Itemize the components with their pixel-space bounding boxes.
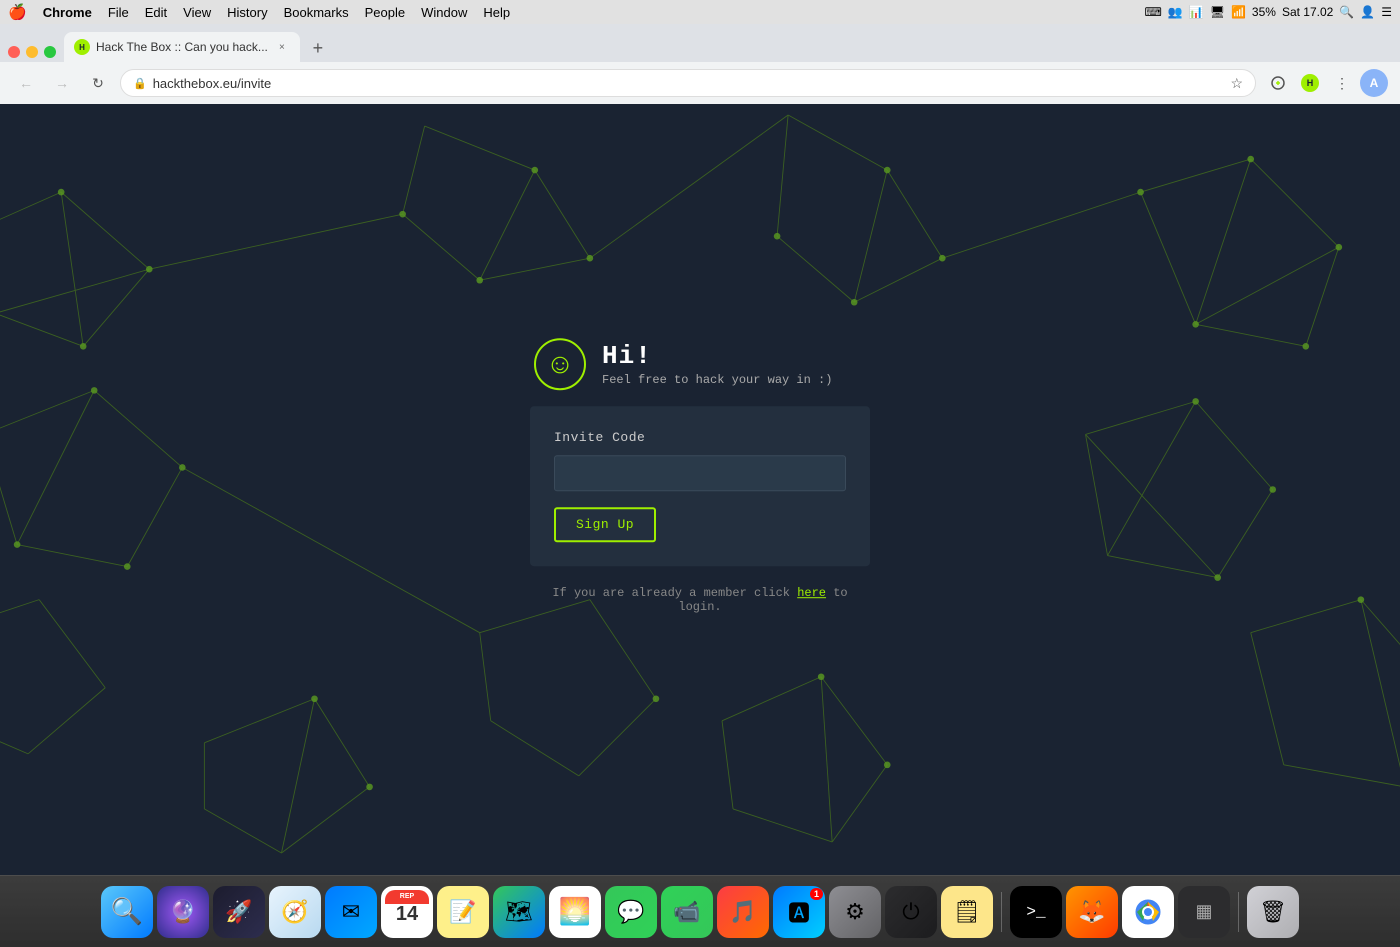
greeting-hi: Hi!: [602, 341, 832, 371]
dock-facetime[interactable]: 📹: [661, 886, 713, 938]
lock-icon: 🔒: [133, 77, 147, 90]
dock-calendar[interactable]: REP 14: [381, 886, 433, 938]
appstore-badge: 1: [810, 888, 823, 900]
extensions-btn[interactable]: [1264, 69, 1292, 97]
clock: Sat 17.02: [1282, 5, 1333, 19]
dock-chrome[interactable]: [1122, 886, 1174, 938]
tab-bar: H Hack The Box :: Can you hack... × +: [0, 24, 1400, 62]
bookmark-star-icon[interactable]: ☆: [1230, 75, 1243, 92]
dock-sysprefs[interactable]: ⚙: [829, 886, 881, 938]
dock-notes[interactable]: 📝: [437, 886, 489, 938]
menubar-file[interactable]: File: [108, 5, 129, 20]
maximize-window-btn[interactable]: [44, 46, 56, 58]
login-text-before: If you are already a member click: [552, 586, 797, 600]
invite-code-label: Invite Code: [554, 430, 846, 445]
dock: 🔍 🔮 🚀 🧭 ✉ REP 14 📝 🗺 🌅 💬 📹 🎵: [0, 875, 1400, 947]
dock-firefox[interactable]: 🦊: [1066, 886, 1118, 938]
menubar-edit[interactable]: Edit: [145, 5, 167, 20]
menubar-bookmarks[interactable]: Bookmarks: [284, 5, 349, 20]
dock-finder[interactable]: 🔍: [101, 886, 153, 938]
wifi-icon: 📶: [1231, 5, 1246, 19]
dock-music[interactable]: 🎵: [717, 886, 769, 938]
app-icon: 📊: [1189, 5, 1204, 19]
back-button[interactable]: ←: [12, 69, 40, 97]
close-window-btn[interactable]: [8, 46, 20, 58]
active-tab[interactable]: H Hack The Box :: Can you hack... ×: [64, 32, 300, 62]
address-text[interactable]: hackthebox.eu/invite: [153, 76, 1225, 91]
menubar-history[interactable]: History: [227, 5, 267, 20]
menubar-view[interactable]: View: [183, 5, 211, 20]
invite-form-wrapper: ☺ Hi! Feel free to hack your way in :) I…: [530, 338, 870, 614]
user-avatar[interactable]: 👤: [1360, 5, 1375, 19]
dock-divider: [1001, 892, 1002, 932]
battery-label: 35%: [1252, 5, 1276, 19]
invite-card: Invite Code Sign Up: [530, 406, 870, 566]
dock-messages[interactable]: 💬: [605, 886, 657, 938]
dock-trash[interactable]: 🗑: [1247, 886, 1299, 938]
htb-extension-btn[interactable]: H: [1296, 69, 1324, 97]
search-icon[interactable]: 🔍: [1339, 5, 1354, 19]
keyboard-icon: ⌨: [1145, 5, 1162, 19]
greeting-section: ☺ Hi! Feel free to hack your way in :): [530, 338, 870, 390]
menubar: 🍎 Chrome File Edit View History Bookmark…: [0, 0, 1400, 24]
web-content: ☺ Hi! Feel free to hack your way in :) I…: [0, 104, 1400, 875]
menubar-status-area: ⌨ 👥 📊 🖥 📶 35% Sat 17.02 🔍 👤 ☰: [1145, 5, 1393, 19]
dock-maps[interactable]: 🗺: [493, 886, 545, 938]
dock-divider-2: [1238, 892, 1239, 932]
login-here-link[interactable]: here: [797, 586, 826, 600]
minimize-window-btn[interactable]: [26, 46, 38, 58]
address-bar[interactable]: 🔒 hackthebox.eu/invite ☆: [120, 69, 1256, 97]
dock-mail[interactable]: ✉: [325, 886, 377, 938]
reload-button[interactable]: ↻: [84, 69, 112, 97]
tab-title: Hack The Box :: Can you hack...: [96, 40, 268, 54]
dock-spaces[interactable]: ▦: [1178, 886, 1230, 938]
tab-close-btn[interactable]: ×: [274, 39, 290, 55]
nav-bar: ← → ↻ 🔒 hackthebox.eu/invite ☆ H ⋮ A: [0, 62, 1400, 104]
greeting-sub: Feel free to hack your way in :): [602, 373, 832, 387]
dock-safari[interactable]: 🧭: [269, 886, 321, 938]
chrome-window: H Hack The Box :: Can you hack... × + ← …: [0, 24, 1400, 875]
chrome-profile-btn[interactable]: A: [1360, 69, 1388, 97]
dock-siri[interactable]: 🔮: [157, 886, 209, 938]
dock-launchpad[interactable]: 🚀: [213, 886, 265, 938]
dock-photos[interactable]: 🌅: [549, 886, 601, 938]
nav-right-buttons: H ⋮ A: [1264, 69, 1388, 97]
dock-terminal[interactable]: >_: [1010, 886, 1062, 938]
menubar-window[interactable]: Window: [421, 5, 467, 20]
dock-stickies[interactable]: 🗒: [941, 886, 993, 938]
menubar-help[interactable]: Help: [483, 5, 510, 20]
menubar-people[interactable]: People: [365, 5, 405, 20]
menubar-chrome[interactable]: Chrome: [43, 5, 92, 20]
apple-menu[interactable]: 🍎: [8, 3, 27, 21]
new-tab-button[interactable]: +: [304, 34, 332, 62]
users-icon: 👥: [1168, 5, 1183, 19]
login-text: If you are already a member click here t…: [530, 586, 870, 614]
forward-button[interactable]: →: [48, 69, 76, 97]
greeting-text: Hi! Feel free to hack your way in :): [602, 341, 832, 387]
signup-button[interactable]: Sign Up: [554, 507, 656, 542]
invite-code-input[interactable]: [554, 455, 846, 491]
control-center-icon[interactable]: ☰: [1381, 5, 1392, 19]
screen-icon: 🖥: [1210, 5, 1225, 19]
dock-power[interactable]: ⏻: [885, 886, 937, 938]
dock-appstore[interactable]: 🅰 1: [773, 886, 825, 938]
chrome-menu-btn[interactable]: ⋮: [1328, 69, 1356, 97]
smiley-icon: ☺: [534, 338, 586, 390]
tab-favicon: H: [74, 39, 90, 55]
